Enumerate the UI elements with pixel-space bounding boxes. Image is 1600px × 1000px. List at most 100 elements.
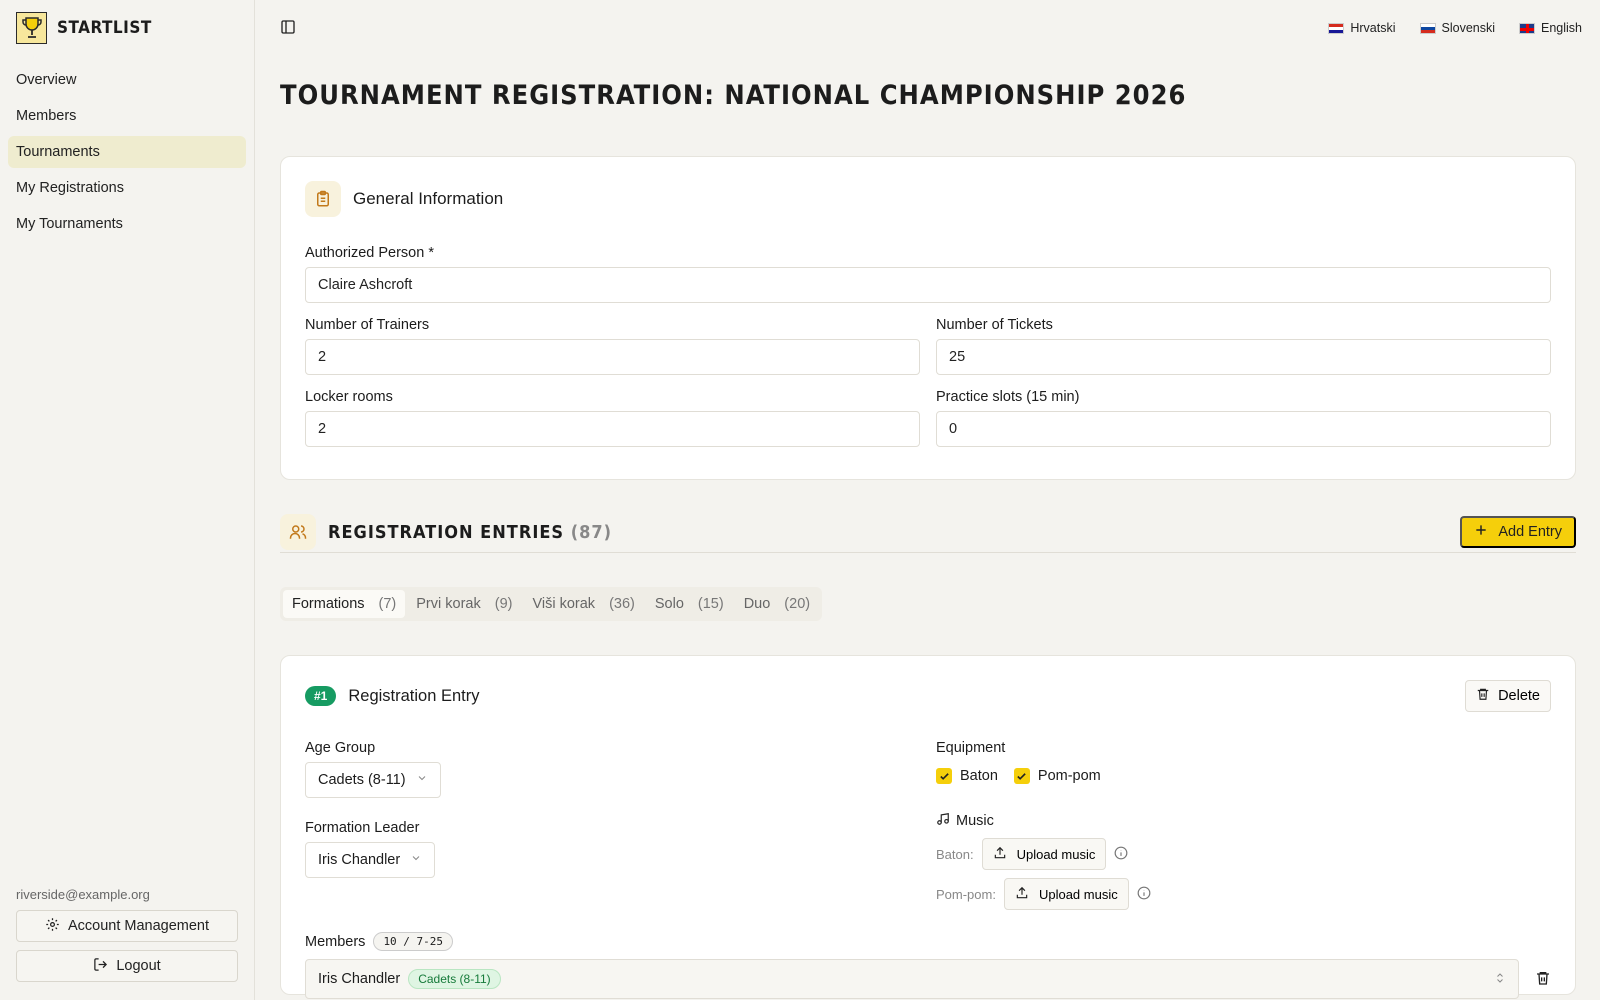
practice-slots-input[interactable]: 0 bbox=[936, 411, 1551, 447]
registration-entries-header: REGISTRATION ENTRIES (87) Add Entry bbox=[280, 512, 1576, 553]
tab-count: (15) bbox=[697, 596, 724, 612]
english-flag-icon bbox=[1519, 22, 1535, 34]
tickets-label: Number of Tickets bbox=[936, 317, 1053, 333]
trainers-input[interactable]: 2 bbox=[305, 339, 920, 375]
sidebar-item-overview[interactable]: Overview bbox=[8, 64, 246, 96]
tab-label: Duo bbox=[743, 596, 771, 612]
tab-visi-korak[interactable]: Viši korak (36) bbox=[523, 590, 643, 618]
entries-title-text: REGISTRATION ENTRIES bbox=[328, 521, 565, 543]
equipment-pompom-checkbox[interactable]: Pom-pom bbox=[1013, 768, 1101, 784]
plus-icon bbox=[1474, 523, 1488, 541]
tab-duo[interactable]: Duo (20) bbox=[735, 590, 819, 618]
formation-leader-select[interactable]: Iris Chandler bbox=[305, 842, 436, 878]
tab-prvi-korak[interactable]: Prvi korak (9) bbox=[407, 590, 521, 618]
upload-music-label: Upload music bbox=[1016, 846, 1096, 862]
check-icon bbox=[936, 768, 952, 784]
remove-member-trash-icon[interactable] bbox=[1535, 970, 1551, 989]
locker-rooms-label: Locker rooms bbox=[305, 389, 393, 405]
equipment-label: Pom-pom bbox=[1037, 768, 1101, 784]
age-group-select[interactable]: Cadets (8-11) bbox=[305, 762, 441, 798]
gear-icon bbox=[45, 917, 60, 936]
info-icon[interactable] bbox=[1137, 886, 1151, 903]
music-row-baton: Baton: Upload music bbox=[936, 838, 1551, 870]
language-switcher: Hrvatski Slovenski English bbox=[1328, 21, 1582, 35]
upload-music-baton-button[interactable]: Upload music bbox=[981, 838, 1107, 870]
sidebar-item-my-registrations[interactable]: My Registrations bbox=[8, 172, 246, 204]
music-field: Music Baton: Upload music Pom-pom: Uploa… bbox=[936, 812, 1551, 910]
chevrons-up-down-icon bbox=[1494, 971, 1506, 988]
sidebar-footer: riverside@example.org Account Management… bbox=[16, 887, 238, 990]
lang-hrvatski[interactable]: Hrvatski bbox=[1328, 21, 1396, 35]
upload-music-pompom-button[interactable]: Upload music bbox=[1003, 878, 1129, 910]
registration-entry-card: #1 Registration Entry Delete Age Group C… bbox=[280, 655, 1576, 999]
registration-entries-title: REGISTRATION ENTRIES (87) bbox=[328, 522, 612, 543]
sidebar-item-members[interactable]: Members bbox=[8, 100, 246, 132]
music-note-icon bbox=[936, 812, 950, 830]
sidebar-item-my-tournaments[interactable]: My Tournaments bbox=[8, 208, 246, 240]
panel-left-icon bbox=[280, 19, 296, 38]
music-row-label: Baton: bbox=[936, 846, 974, 862]
info-icon[interactable] bbox=[1114, 846, 1128, 863]
account-management-button[interactable]: Account Management bbox=[16, 910, 238, 942]
brand[interactable]: STARTLIST bbox=[0, 0, 254, 56]
check-icon bbox=[1013, 768, 1030, 784]
locker-rooms-input[interactable]: 2 bbox=[305, 411, 920, 447]
tab-count: (9) bbox=[494, 596, 513, 612]
general-information-card: General Information Authorized Person * … bbox=[280, 156, 1576, 480]
member-select[interactable]: Iris Chandler Cadets (8-11) bbox=[305, 959, 1519, 999]
entry-title: Registration Entry bbox=[348, 686, 480, 705]
age-group-label: Age Group bbox=[305, 740, 376, 756]
trash-icon bbox=[1476, 687, 1490, 705]
clipboard-icon bbox=[305, 181, 341, 217]
members-heading: Members 10 / 7-25 bbox=[305, 932, 1551, 951]
sidebar: STARTLIST Overview Members Tournaments M… bbox=[0, 0, 255, 1000]
page-title: TOURNAMENT REGISTRATION: NATIONAL CHAMPI… bbox=[280, 80, 1187, 111]
equipment-label: Baton bbox=[960, 768, 998, 784]
sidebar-item-tournaments[interactable]: Tournaments bbox=[8, 136, 246, 168]
add-entry-button[interactable]: Add Entry bbox=[1460, 516, 1576, 548]
authorized-person-input[interactable]: Claire Ashcroft bbox=[305, 267, 1551, 303]
entry-header: #1 Registration Entry Delete bbox=[305, 680, 1551, 712]
lang-slovenski[interactable]: Slovenski bbox=[1419, 21, 1496, 35]
trainers-label: Number of Trainers bbox=[305, 317, 430, 333]
lang-label: English bbox=[1541, 21, 1582, 35]
members-count-badge: 10 / 7-25 bbox=[373, 932, 454, 951]
member-age-badge: Cadets (8-11) bbox=[408, 969, 501, 989]
member-name: Iris Chandler bbox=[318, 971, 401, 987]
tab-count: (7) bbox=[378, 596, 397, 612]
age-group-value: Cadets (8-11) bbox=[318, 772, 406, 788]
lang-label: Slovenski bbox=[1441, 21, 1496, 35]
practice-slots-label: Practice slots (15 min) bbox=[936, 389, 1080, 405]
lang-english[interactable]: English bbox=[1519, 21, 1582, 35]
tab-label: Formations bbox=[292, 596, 365, 612]
delete-label: Delete bbox=[1498, 688, 1540, 704]
authorized-person-field: Authorized Person * Claire Ashcroft bbox=[305, 245, 1551, 303]
tickets-field: Number of Tickets 25 bbox=[936, 317, 1551, 375]
logout-button[interactable]: Logout bbox=[16, 950, 238, 982]
tab-solo[interactable]: Solo (15) bbox=[646, 590, 733, 618]
trophy-icon bbox=[16, 12, 47, 44]
add-entry-label: Add Entry bbox=[1498, 524, 1562, 540]
sidebar-toggle-button[interactable] bbox=[272, 12, 304, 44]
members-field: Members 10 / 7-25 Iris Chandler Cadets (… bbox=[305, 932, 1551, 999]
equipment-field: Equipment Baton Pom-pom bbox=[936, 740, 1551, 788]
authorized-person-label: Authorized Person * bbox=[305, 245, 434, 261]
logout-icon bbox=[93, 957, 108, 976]
topbar: Hrvatski Slovenski English bbox=[256, 0, 1600, 56]
croatian-flag-icon bbox=[1328, 22, 1345, 34]
music-label: Music bbox=[956, 813, 994, 829]
user-email: riverside@example.org bbox=[16, 887, 150, 902]
equipment-label: Equipment bbox=[936, 740, 1006, 756]
delete-entry-button[interactable]: Delete bbox=[1465, 680, 1551, 712]
age-group-field: Age Group Cadets (8-11) bbox=[305, 740, 920, 798]
chevron-down-icon bbox=[410, 852, 422, 868]
formation-leader-value: Iris Chandler bbox=[318, 852, 401, 868]
equipment-baton-checkbox[interactable]: Baton bbox=[936, 768, 998, 784]
upload-music-label: Upload music bbox=[1038, 886, 1118, 902]
formation-leader-label: Formation Leader bbox=[305, 820, 420, 836]
tab-formations[interactable]: Formations (7) bbox=[283, 590, 406, 618]
formation-leader-field: Formation Leader Iris Chandler bbox=[305, 820, 920, 878]
entries-count: (87) bbox=[570, 521, 613, 543]
main-content: TOURNAMENT REGISTRATION: NATIONAL CHAMPI… bbox=[280, 56, 1576, 999]
tickets-input[interactable]: 25 bbox=[936, 339, 1551, 375]
